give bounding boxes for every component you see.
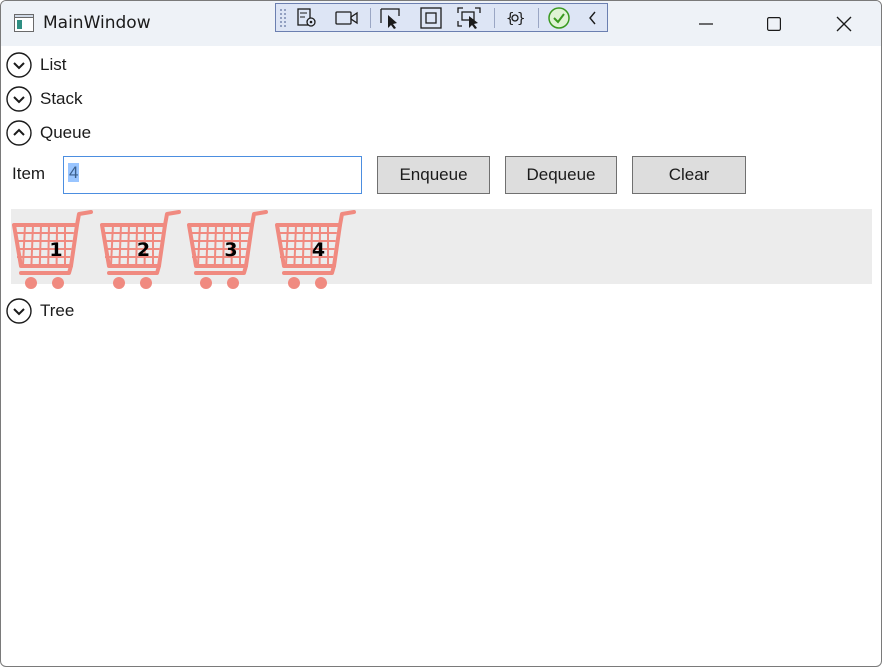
collapse-toolbar-icon <box>589 11 596 25</box>
item-label: Item <box>12 164 46 183</box>
queue-item: 3 <box>186 209 268 291</box>
close-icon <box>836 16 852 31</box>
live-visual-tree-icon <box>297 8 316 27</box>
chevron-up-icon <box>6 120 32 146</box>
queue-item: 4 <box>274 209 356 291</box>
minimize-button[interactable] <box>671 1 741 46</box>
xaml-debug-toolbar: {} <box>275 3 608 32</box>
window-title: MainWindow <box>43 13 151 33</box>
track-focus-button[interactable] <box>456 6 482 30</box>
hot-reload-status-button[interactable] <box>546 6 572 30</box>
queue-item: 2 <box>99 209 181 291</box>
expander-list-label: List <box>40 55 67 74</box>
close-button[interactable] <box>809 1 879 46</box>
dequeue-button[interactable]: Dequeue <box>505 156 617 194</box>
svg-text:{: { <box>506 11 514 27</box>
grip-icon[interactable] <box>279 8 287 28</box>
queue-item-number: 3 <box>224 239 238 261</box>
minimize-icon <box>699 22 713 25</box>
queue-items-panel: 1 2 3 4 <box>11 209 872 289</box>
expander-tree[interactable]: Tree <box>6 296 74 326</box>
queue-item-number: 1 <box>49 239 63 261</box>
clear-button[interactable]: Clear <box>632 156 746 194</box>
expander-stack-label: Stack <box>40 89 83 108</box>
display-layout-adorners-icon <box>420 7 442 29</box>
chevron-down-icon <box>6 52 32 78</box>
item-input[interactable]: 4 <box>63 156 362 194</box>
expander-list[interactable]: List <box>6 50 66 80</box>
expander-stack[interactable]: Stack <box>6 84 83 114</box>
item-input-value: 4 <box>68 163 80 182</box>
chevron-down-icon <box>6 86 32 112</box>
expander-queue[interactable]: Queue <box>6 118 91 148</box>
hot-reload-status-icon <box>548 7 570 29</box>
live-visual-tree-button[interactable] <box>294 6 320 30</box>
binding-failures-icon: {} <box>506 11 525 27</box>
select-element-icon <box>380 8 400 29</box>
select-element-button[interactable] <box>378 6 404 30</box>
track-focus-icon <box>457 7 481 29</box>
main-window: MainWindow {} List Stack Queue Item 4 En… <box>0 0 882 667</box>
binding-failures-button[interactable]: {} <box>502 6 528 30</box>
expander-tree-label: Tree <box>40 301 75 320</box>
queue-item-number: 2 <box>136 239 151 261</box>
maximize-button[interactable] <box>739 1 809 46</box>
record-button[interactable] <box>334 6 360 30</box>
collapse-toolbar-button[interactable] <box>580 6 606 30</box>
record-icon <box>335 11 358 25</box>
queue-item-number: 4 <box>311 239 326 261</box>
queue-item: 1 <box>11 209 93 291</box>
enqueue-button[interactable]: Enqueue <box>377 156 490 194</box>
expander-queue-label: Queue <box>40 123 92 142</box>
app-window-icon <box>14 14 34 32</box>
display-layout-adorners-button[interactable] <box>418 6 444 30</box>
maximize-icon <box>767 16 781 31</box>
chevron-down-icon <box>6 298 32 324</box>
main-content: List Stack Queue Item 4 Enqueue Dequeue … <box>1 46 881 666</box>
